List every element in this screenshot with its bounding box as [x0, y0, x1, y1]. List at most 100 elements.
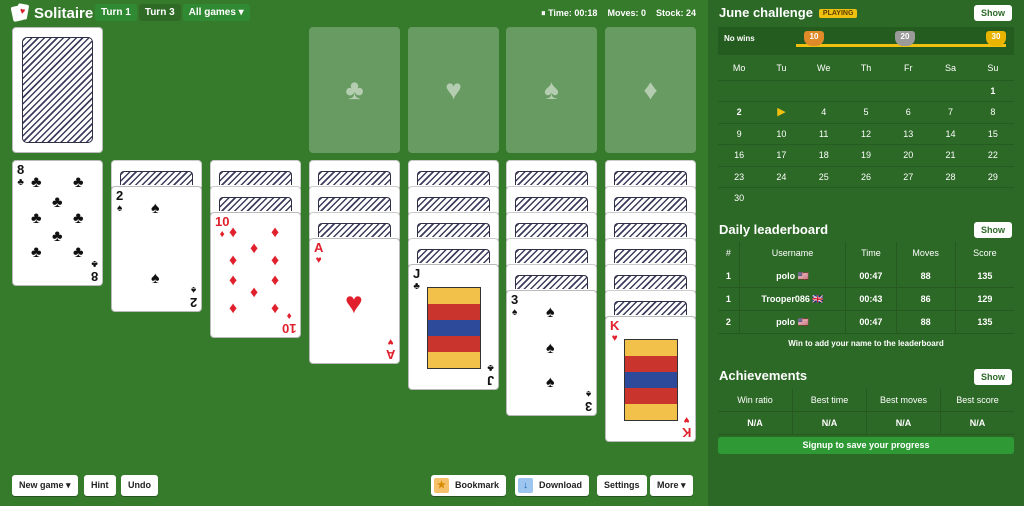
leaderboard-title: Daily leaderboard [719, 222, 829, 237]
foundation-spades[interactable]: ♠ [506, 27, 597, 153]
signup-button[interactable]: Signup to save your progress [718, 437, 1014, 454]
achievement-value: N/A [866, 412, 940, 434]
calendar-day[interactable]: 20 [887, 144, 930, 166]
face-up-card[interactable]: 2 ♠ 2 ♠ ♠ ♠ [111, 186, 202, 312]
card-back [614, 197, 687, 211]
calendar-day[interactable]: 6 [887, 101, 930, 123]
trophy-gold-count: 30 [991, 32, 1001, 41]
calendar-day[interactable]: 14 [929, 122, 972, 145]
face-up-card[interactable]: A ♥ A ♥ ♥ [309, 238, 400, 364]
diamond-icon: ♦ [643, 74, 658, 105]
leaderboard-show-button[interactable]: Show [974, 222, 1012, 238]
card-back [417, 249, 490, 263]
card-rank: 10 [281, 321, 296, 336]
stock-pile[interactable] [12, 27, 103, 153]
card-rank: K [610, 318, 620, 333]
leaderboard-header: # Username Time Moves Score [718, 242, 1014, 265]
suit-icon: ♠ [511, 307, 518, 318]
foundation-diamonds[interactable]: ♦ [605, 27, 696, 153]
club-icon: ♣ [345, 74, 364, 105]
calendar-day[interactable]: 9 [718, 122, 761, 145]
calendar-day[interactable]: 2 [718, 101, 761, 123]
card-back [614, 223, 687, 237]
weekday-label: We [817, 63, 831, 73]
calendar-day[interactable]: 13 [887, 122, 930, 145]
table-cell: 86 [895, 288, 955, 310]
face-up-card[interactable]: 3 ♠ 3 ♠ ♠ ♠ ♠ [506, 290, 597, 416]
download-label: Download [539, 480, 582, 490]
table-cell: 00:47 [845, 265, 895, 287]
table-cell: 00:47 [845, 311, 895, 333]
table-cell: 135 [954, 265, 1014, 287]
card-rank-bottom: K ♥ [682, 413, 691, 440]
card-rank-bottom: J ♣ [487, 361, 494, 388]
achievements-show-button[interactable]: Show [974, 369, 1012, 385]
calendar-day[interactable]: 21 [929, 144, 972, 166]
timer[interactable]: ⏸ Time: 00:18 [541, 8, 597, 19]
achievement-value: N/A [792, 412, 866, 434]
all-games-dropdown[interactable]: All games ▾ [182, 4, 250, 21]
face-up-card[interactable]: K ♥ K ♥ [605, 316, 696, 442]
calendar-day[interactable]: 8 [971, 101, 1014, 123]
calendar-day[interactable]: 23 [718, 165, 761, 188]
card-back [614, 301, 687, 315]
bronze-trophy-icon: 10 [804, 31, 824, 46]
challenge-show-button[interactable]: Show [974, 5, 1012, 21]
calendar-day[interactable]: 4 [802, 101, 845, 123]
calendar-day[interactable]: 29 [971, 165, 1014, 188]
tab-turn-3[interactable]: Turn 3 [138, 4, 181, 21]
cards-icon: ♥ [10, 3, 30, 22]
bookmark-button[interactable]: ★ Bookmark [431, 475, 507, 496]
card-rank: 3 [511, 292, 519, 307]
calendar-day[interactable]: 18 [802, 144, 845, 166]
calendar-day[interactable]: 30 [718, 187, 761, 209]
suit-pip: ♣ [52, 194, 63, 211]
column-header: Username [738, 242, 846, 265]
calendar-day[interactable]: 25 [802, 165, 845, 188]
card-rank-bottom: 10 ♦ [281, 309, 296, 336]
calendar-day[interactable]: 11 [802, 122, 845, 145]
achievement-label: Best time [792, 389, 866, 411]
calendar-day[interactable]: 17 [760, 144, 803, 166]
card-back [515, 249, 588, 263]
suit-pip: ♣ [31, 244, 42, 261]
gold-trophy-icon: 30 [986, 31, 1006, 46]
more-button[interactable]: More ▾ [650, 475, 693, 496]
calendar-day [844, 187, 888, 209]
calendar-day[interactable]: 27 [887, 165, 930, 188]
face-up-card[interactable]: 10 ♦ 10 ♦ ♦ ♦ ♦ ♦ ♦ ♦ ♦ ♦ ♦ ♦ [210, 212, 301, 338]
calendar-day[interactable]: 7 [929, 101, 972, 123]
card-rank: 8 [17, 162, 25, 177]
table-cell: 2 [725, 317, 731, 327]
face-up-card[interactable]: 8 ♣ 8 ♣ ♣ ♣ ♣ ♣ ♣ ♣ ♣ ♣ [12, 160, 103, 286]
suit-icon: ♥ [611, 333, 618, 344]
calendar-day[interactable]: 5 [844, 101, 888, 123]
card-rank: J [413, 266, 421, 281]
tab-turn-1[interactable]: Turn 1 [95, 4, 137, 21]
suit-icon: ♠ [190, 284, 197, 295]
settings-button[interactable]: Settings [597, 475, 647, 496]
calendar-day[interactable]: 12 [844, 122, 888, 145]
calendar-day[interactable]: 22 [971, 144, 1014, 166]
download-button[interactable]: ↓ Download [515, 475, 589, 496]
card-back [120, 171, 193, 185]
calendar-day[interactable]: 24 [760, 165, 803, 188]
play-today-icon[interactable]: ▶ [760, 101, 803, 123]
hint-button[interactable]: Hint [84, 475, 116, 496]
app-logo[interactable]: ♥ Solitaire [10, 3, 93, 22]
foundation-clubs[interactable]: ♣ [309, 27, 400, 153]
suit-pip: ♦ [271, 272, 280, 289]
stock-count: Stock: 24 [655, 8, 696, 18]
new-game-button[interactable]: New game ▾ [12, 475, 78, 496]
foundation-hearts[interactable]: ♥ [408, 27, 499, 153]
face-up-card[interactable]: J ♣ J ♣ [408, 264, 499, 390]
calendar-day [802, 79, 845, 102]
calendar-day[interactable]: 1 [971, 79, 1014, 102]
calendar-day[interactable]: 16 [718, 144, 761, 166]
calendar-day[interactable]: 28 [929, 165, 972, 188]
calendar-day[interactable]: 10 [760, 122, 803, 145]
calendar-day[interactable]: 15 [971, 122, 1014, 145]
calendar-day[interactable]: 26 [844, 165, 888, 188]
calendar-day[interactable]: 19 [844, 144, 888, 166]
undo-button[interactable]: Undo [121, 475, 158, 496]
